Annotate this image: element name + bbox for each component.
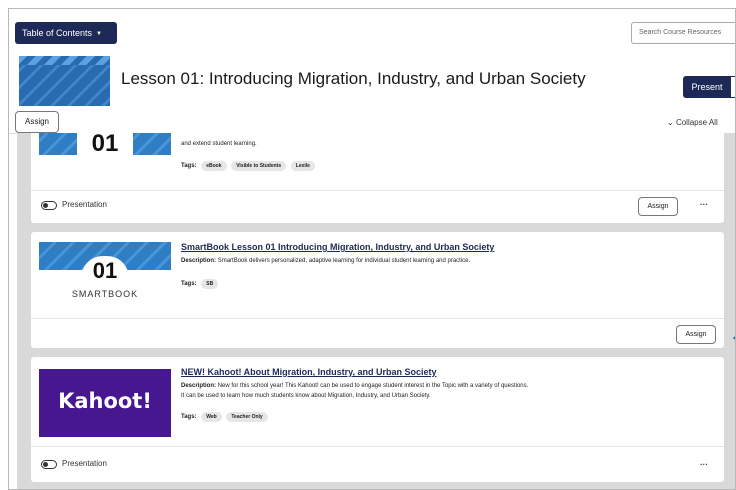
smartbook-thumb-number: 01 — [92, 258, 118, 283]
lesson-thumbnail — [19, 56, 110, 106]
tag-visible-to-students: Visible to Students — [231, 161, 287, 171]
tags-label: Tags: — [181, 414, 197, 420]
present-dropdown-edge[interactable] — [731, 76, 735, 98]
kahoot-title-link[interactable]: NEW! Kahoot! About Migration, Industry, … — [181, 367, 437, 377]
more-options-icon[interactable]: ··· — [700, 460, 708, 469]
search-input[interactable]: Search Course Resources — [631, 22, 735, 44]
ebook-thumb-number: 01 — [77, 133, 133, 157]
tag-ebook: eBook — [201, 161, 227, 171]
presentation-label: Presentation — [62, 459, 107, 468]
caret-down-icon: ▼ — [96, 31, 102, 37]
presentation-toggle[interactable] — [41, 201, 57, 210]
tag-lexile: Lexile — [290, 161, 315, 171]
toggle-knob — [43, 462, 48, 467]
present-button[interactable]: Present — [683, 76, 731, 98]
presentation-toggle[interactable] — [41, 460, 57, 469]
smartbook-description-text: SmartBook delivers personalized, adaptiv… — [217, 258, 471, 264]
description-label: Description: — [181, 383, 217, 389]
ebook-assign-button[interactable]: Assign — [638, 197, 678, 216]
toc-label: Table of Contents — [22, 28, 93, 38]
resource-card-kahoot: Kahoot! NEW! Kahoot! About Migration, In… — [31, 357, 724, 482]
smartbook-thumb-caption: SMARTBOOK — [71, 289, 139, 299]
card-divider — [31, 318, 724, 319]
description-label: Description: — [181, 258, 217, 264]
chevron-down-icon: ⌄ — [667, 118, 674, 127]
kahoot-thumbnail: Kahoot! — [39, 369, 171, 437]
smartbook-title-link[interactable]: SmartBook Lesson 01 Introducing Migratio… — [181, 242, 494, 252]
table-of-contents-button[interactable]: Table of Contents ▼ — [15, 22, 117, 44]
ebook-thumbnail: 01 — [39, 133, 171, 157]
toggle-knob — [43, 203, 48, 208]
smartbook-assign-button[interactable]: Assign — [676, 325, 716, 344]
kahoot-description: Description: New for this school year! T… — [181, 381, 528, 391]
card-divider — [31, 190, 724, 191]
smartbook-description: Description: SmartBook delivers personal… — [181, 256, 470, 266]
tag-web: Web — [201, 412, 222, 422]
lesson-title: Lesson 01: Introducing Migration, Indust… — [121, 69, 586, 88]
search-placeholder: Search Course Resources — [639, 29, 722, 36]
kahoot-description-text: New for this school year! This Kahoot! c… — [217, 383, 529, 389]
collapse-all-button[interactable]: ⌄ Collapse All — [667, 118, 718, 127]
resource-card-smartbook: 01 SMARTBOOK SmartBook Lesson 01 Introdu… — [31, 232, 724, 348]
tags-label: Tags: — [181, 163, 197, 169]
tag-sb: SB — [201, 279, 219, 289]
ebook-description-tail: and extend student learning. — [181, 141, 257, 147]
ebook-tags: Tags: eBook Visible to Students Lexile — [181, 161, 315, 171]
resource-card-ebook: 01 and extend student learning. Tags: eB… — [31, 133, 724, 223]
resource-list[interactable]: 01 and extend student learning. Tags: eB… — [17, 133, 735, 489]
lesson-assign-button[interactable]: Assign — [15, 111, 59, 133]
course-window: Table of Contents ▼ Search Course Resourc… — [8, 8, 736, 490]
more-options-icon[interactable]: ··· — [700, 200, 708, 209]
top-bar: Table of Contents ▼ Search Course Resourc… — [9, 9, 735, 49]
tag-teacher-only: Teacher Only — [226, 412, 268, 422]
smartbook-thumbnail: 01 SMARTBOOK — [39, 242, 171, 300]
kahoot-description-line2: It can be used to learn how much student… — [181, 393, 431, 399]
kahoot-tags: Tags: Web Teacher Only — [181, 412, 268, 422]
smartbook-tags: Tags: SB — [181, 279, 219, 289]
kahoot-logo-text: Kahoot! — [58, 389, 152, 413]
presentation-label: Presentation — [62, 200, 107, 209]
card-divider — [31, 446, 724, 447]
collapse-all-label: Collapse All — [675, 118, 718, 127]
tags-label: Tags: — [181, 281, 197, 287]
